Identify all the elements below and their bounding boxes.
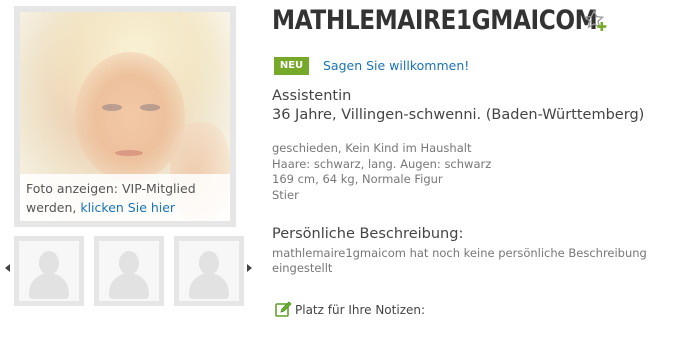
edit-note-icon (275, 301, 292, 317)
user-placeholder-icon (99, 241, 159, 301)
description-heading: Persönliche Beschreibung: (272, 226, 464, 242)
profile-detail-line: Stier (272, 187, 299, 202)
profile-details: geschieden, Kein Kind im Haushalt Haare:… (272, 141, 491, 203)
photo-blur-eye (102, 104, 122, 111)
description-text: mathlemaire1gmaicom hat noch keine persö… (272, 246, 647, 275)
photo-blur-face (75, 52, 185, 182)
photo-blur-eye (140, 104, 160, 111)
profile-photo[interactable]: Foto anzeigen: VIP-Mitglied werden, klic… (20, 12, 230, 221)
thumbnail[interactable] (14, 236, 84, 306)
thumbnails-next-arrow-icon[interactable] (247, 264, 252, 272)
user-placeholder-icon (19, 241, 79, 301)
profile-detail-line: geschieden, Kein Kind im Haushalt (272, 141, 472, 155)
notes-label: Platz für Ihre Notizen: (295, 302, 426, 317)
say-welcome-link[interactable]: Sagen Sie willkommen! (323, 57, 469, 75)
become-vip-link[interactable]: klicken Sie hier (80, 200, 175, 215)
notes-button[interactable]: Platz für Ihre Notizen: (275, 301, 425, 318)
profile-photo-frame[interactable]: Foto anzeigen: VIP-Mitglied werden, klic… (14, 6, 236, 227)
profile-detail-line: Haare: schwarz, lang. Augen: schwarz (272, 156, 492, 171)
profile-occupation: Assistentin (272, 88, 352, 104)
profile-age-location: 36 Jahre, Villingen-schwenni. (Baden-Wür… (272, 107, 645, 123)
photo-blur-mouth (115, 150, 143, 156)
thumbnail[interactable] (174, 236, 244, 306)
new-member-badge: NEU (274, 57, 309, 75)
profile-username: MATHLEMAIRE1GMAICOM (272, 5, 598, 36)
photo-caption: Foto anzeigen: VIP-Mitglied werden, klic… (20, 174, 230, 221)
user-placeholder-icon (179, 241, 239, 301)
thumbnail[interactable] (94, 236, 164, 306)
add-favorite-star-icon[interactable] (584, 9, 608, 33)
profile-detail-line: 169 cm, 64 kg, Normale Figur (272, 172, 443, 186)
thumbnails-prev-arrow-icon[interactable] (5, 264, 10, 272)
